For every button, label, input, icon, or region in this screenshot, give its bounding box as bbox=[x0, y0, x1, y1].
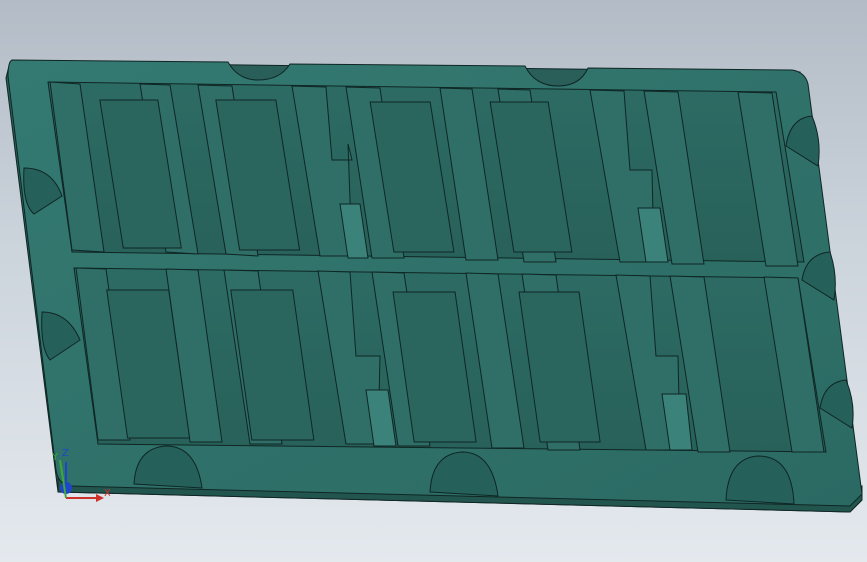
triad-z-label: Z bbox=[62, 448, 69, 459]
triad-x-axis bbox=[66, 494, 104, 502]
triad-y-label: Y bbox=[51, 452, 59, 463]
3d-model-viewport[interactable] bbox=[0, 0, 867, 562]
triad-x-label: X bbox=[104, 488, 110, 499]
axis-triad: X Y Z bbox=[51, 448, 110, 502]
tray-model[interactable] bbox=[5, 59, 863, 513]
